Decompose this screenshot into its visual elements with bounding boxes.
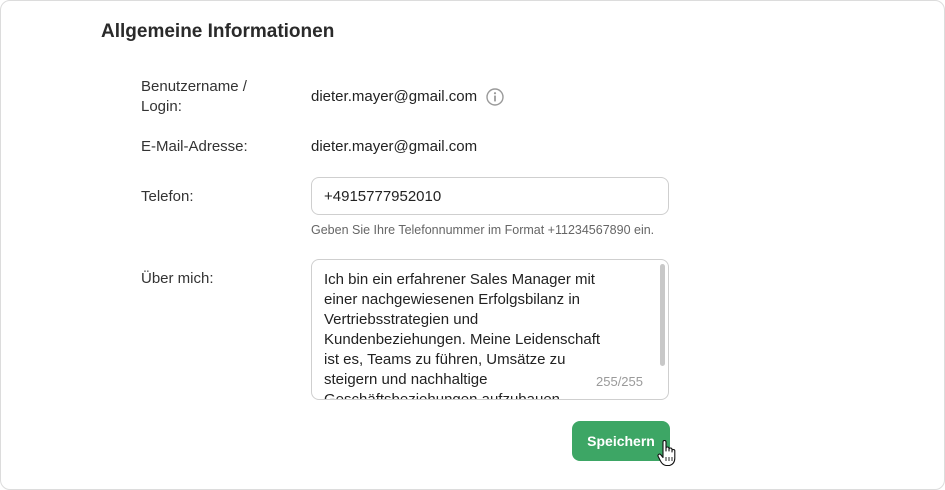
username-value: dieter.mayer@gmail.com (311, 88, 478, 105)
textarea-scrollbar[interactable] (660, 264, 665, 366)
save-button[interactable]: Speichern (572, 421, 670, 461)
phone-hint: Geben Sie Ihre Telefonnummer im Format +… (311, 223, 655, 237)
hand-pointer-icon (657, 440, 676, 467)
email-value: dieter.mayer@gmail.com (311, 138, 478, 155)
section-title: Allgemeine Informationen (101, 21, 335, 42)
character-counter: 255/255 (596, 374, 643, 389)
username-label: Benutzername / Login: (141, 77, 247, 117)
info-circle-icon[interactable] (486, 88, 504, 106)
about-label: Über mich: (141, 270, 214, 287)
username-label-line2: Login: (141, 98, 182, 115)
email-label: E-Mail-Adresse: (141, 138, 248, 155)
about-text: Ich bin ein erfahrener Sales Manager mit… (324, 271, 601, 400)
username-label-line1: Benutzername / (141, 78, 247, 95)
settings-card: Allgemeine Informationen Benutzername / … (0, 0, 945, 490)
phone-label: Telefon: (141, 188, 194, 205)
phone-input[interactable] (311, 177, 669, 215)
